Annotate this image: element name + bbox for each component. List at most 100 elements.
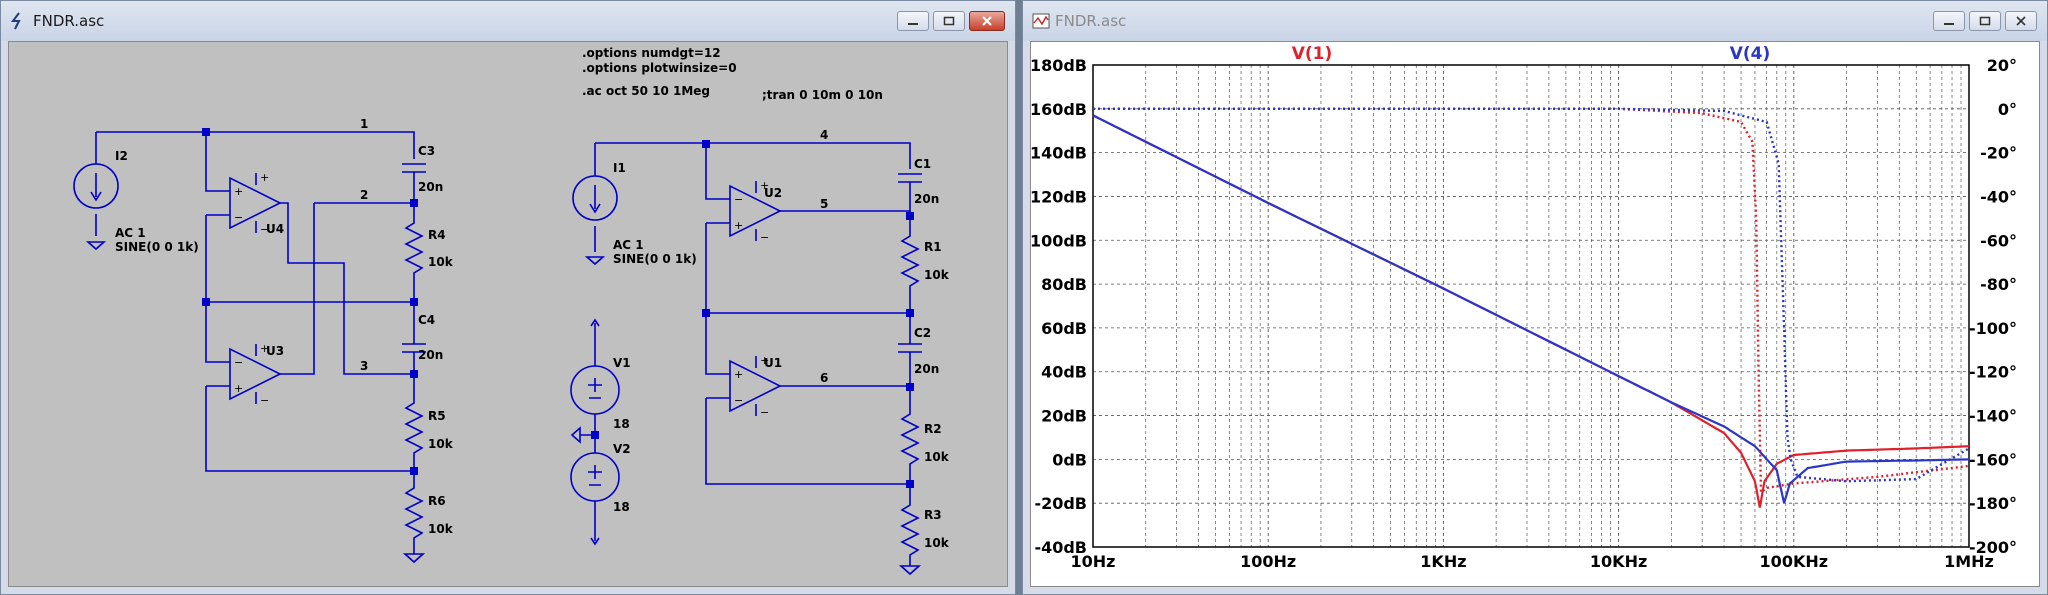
source-i2-name: I2 <box>115 149 128 163</box>
plot-minimize-button[interactable] <box>1933 11 1965 31</box>
svg-text:−: − <box>760 231 769 244</box>
svg-text:−: − <box>260 394 269 407</box>
node-3-label: 3 <box>360 359 368 373</box>
y-right-tick-label: -160° <box>1969 450 2017 469</box>
r6-value: 10k <box>428 522 454 536</box>
y-left-tick-label: 140dB <box>1031 144 1087 163</box>
y-left-tick-label: 20dB <box>1041 407 1087 426</box>
schematic-app-icon <box>11 12 21 30</box>
svg-text:+: + <box>234 185 243 198</box>
r4-name: R4 <box>428 228 446 242</box>
plot-pane[interactable]: 180dB 160dB 140dB 120dB 100dB 80dB 60dB 40dB 20d… <box>1030 41 2040 587</box>
minimize-icon <box>908 23 918 25</box>
r5-value: 10k <box>428 437 454 451</box>
c1-name: C1 <box>914 157 931 171</box>
svg-text:+: + <box>734 368 743 381</box>
x-tick-label: 1KHz <box>1420 552 1466 571</box>
schematic-window[interactable]: FNDR.asc + − + − − + + − − + + − + − + −… <box>0 0 1016 595</box>
close-button[interactable] <box>969 11 1005 31</box>
y-left-tick-label: 160dB <box>1031 100 1087 119</box>
c2-name: C2 <box>914 326 931 340</box>
node-5-label: 5 <box>820 197 828 211</box>
y-left-tick-label: 60dB <box>1041 319 1087 338</box>
plot-window-title: FNDR.asc <box>1055 12 1127 30</box>
directive-ac: .ac oct 50 10 1Meg <box>582 84 710 98</box>
schematic-canvas[interactable]: + − + − − + + − − + + − + − + − .options numdgt=… <box>8 41 1008 587</box>
node-2-label: 2 <box>360 188 368 202</box>
y-right-tick-label: 0° <box>1998 100 2017 119</box>
opamp-u3-label: U3 <box>266 344 284 358</box>
c4-name: C4 <box>418 313 435 327</box>
node-1-label: 1 <box>360 117 368 131</box>
y-right-tick-label: -60° <box>1980 231 2017 250</box>
node-6-label: 6 <box>820 371 828 385</box>
minimize-button[interactable] <box>897 11 929 31</box>
v2-value: 18 <box>613 500 630 514</box>
y-left-tick-label: 0dB <box>1052 450 1087 469</box>
plot-close-button[interactable] <box>2005 11 2037 31</box>
maximize-button[interactable] <box>933 11 965 31</box>
opamp-u4-label: U4 <box>266 222 284 236</box>
r6-name: R6 <box>428 494 446 508</box>
r2-name: R2 <box>924 422 942 436</box>
directive-tran: ;tran 0 10m 0 10n <box>762 88 883 102</box>
trace-v4-magnitude <box>1092 114 1970 504</box>
plot-window[interactable]: FNDR.asc 180dB 160dB 140dB 120dB 100dB 80dB 60… <box>1022 0 2048 595</box>
svg-text:−: − <box>734 193 743 206</box>
directive-numdgt: .options numdgt=12 <box>582 46 721 60</box>
v1-name: V1 <box>613 356 631 370</box>
r2-value: 10k <box>924 450 950 464</box>
plot-titlebar[interactable]: FNDR.asc <box>1023 1 2047 41</box>
plot-maximize-button[interactable] <box>1969 11 2001 31</box>
directive-plotwinsize: .options plotwinsize=0 <box>582 61 737 75</box>
y-right-tick-label: -80° <box>1980 275 2017 294</box>
y-left-tick-label: 100dB <box>1031 231 1087 250</box>
r1-value: 10k <box>924 268 950 282</box>
r5-name: R5 <box>428 409 446 423</box>
opamp-u2-label: U2 <box>764 186 782 200</box>
y-right-tick-label: 20° <box>1987 56 2017 75</box>
close-icon <box>2016 16 2026 26</box>
svg-text:−: − <box>734 394 743 407</box>
x-tick-label: 100Hz <box>1240 552 1296 571</box>
close-icon <box>982 16 992 26</box>
minimize-icon <box>1944 23 1954 25</box>
r3-value: 10k <box>924 536 950 550</box>
y-left-tick-label: 180dB <box>1031 56 1087 75</box>
x-tick-label: 10KHz <box>1590 552 1647 571</box>
trace-label-v1[interactable]: V(1) <box>1292 44 1333 64</box>
maximize-icon <box>1979 16 1991 26</box>
svg-text:−: − <box>760 406 769 419</box>
y-right-tick-label: -20° <box>1980 144 2017 163</box>
bode-plot[interactable]: 180dB 160dB 140dB 120dB 100dB 80dB 60dB 40dB 20d… <box>1031 42 2041 588</box>
plot-frame <box>1092 64 1970 548</box>
c4-value: 20n <box>418 348 443 362</box>
source-i2-sine: SINE(0 0 1k) <box>115 240 199 254</box>
maximize-icon <box>943 16 955 26</box>
source-i1-sine: SINE(0 0 1k) <box>613 252 697 266</box>
y-right-tick-label: -100° <box>1969 319 2017 338</box>
trace-v4-phase <box>1093 107 1970 483</box>
node-4-label: 4 <box>820 128 828 142</box>
c2-value: 20n <box>914 362 939 376</box>
svg-text:−: − <box>234 356 243 369</box>
source-i1-ac: AC 1 <box>613 238 644 252</box>
c1-value: 20n <box>914 192 939 206</box>
c3-value: 20n <box>418 180 443 194</box>
source-i2-ac: AC 1 <box>115 226 146 240</box>
x-tick-label: 1MHz <box>1944 552 1994 571</box>
schematic-window-title: FNDR.asc <box>33 12 105 30</box>
svg-text:+: + <box>734 219 743 232</box>
schematic-titlebar[interactable]: FNDR.asc <box>1 1 1015 41</box>
y-right-tick-label: -180° <box>1969 494 2017 513</box>
v2-name: V2 <box>613 442 631 456</box>
trace-label-v4[interactable]: V(4) <box>1730 44 1771 64</box>
c3-name: C3 <box>418 144 435 158</box>
x-tick-label: 10Hz <box>1071 552 1116 571</box>
y-right-tick-label: -40° <box>1980 187 2017 206</box>
r1-name: R1 <box>924 240 942 254</box>
svg-text:+: + <box>260 171 269 184</box>
svg-text:−: − <box>234 211 243 224</box>
trace-v1-magnitude <box>1092 114 1970 508</box>
source-i1-name: I1 <box>613 161 626 175</box>
